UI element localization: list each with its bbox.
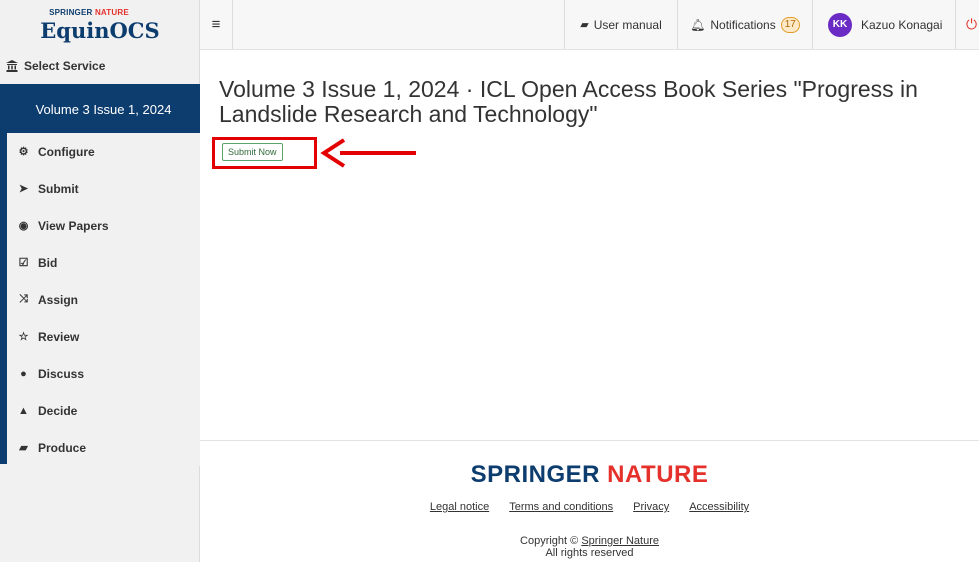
notifications-label: Notifications (710, 17, 776, 32)
eye-icon: ◉ (18, 220, 29, 232)
logo-title: EquinOCS (40, 18, 160, 43)
terms-link[interactable]: Terms and conditions (509, 501, 613, 513)
sidebar-item-label: Produce (38, 440, 87, 455)
copyright-prefix: Copyright © (520, 535, 579, 547)
sidebar-item-produce[interactable]: ▰ Produce (7, 429, 200, 466)
notifications-button[interactable]: 🔔︎ Notifications 17 (677, 0, 812, 49)
sidebar-item-label: View Papers (38, 218, 109, 233)
sidebar-item-submit[interactable]: ➤ Submit (7, 170, 200, 207)
paper-plane-icon: ➤ (18, 183, 29, 195)
bell-icon: 🔔︎ (690, 17, 706, 32)
sidebar-item-configure[interactable]: ⚙ Configure (7, 133, 200, 170)
sidebar-item-volume[interactable]: Volume 3 Issue 1, 2024 (7, 84, 200, 134)
equinocs-logo[interactable]: SPRINGER NATURE EquinOCS (0, 8, 200, 43)
sidebar-item-label: Decide (38, 403, 78, 418)
hamburger-menu-icon[interactable]: ≡ (200, 0, 233, 49)
star-icon: ☆ (18, 331, 29, 343)
page-title: Volume 3 Issue 1, 2024 · ICL Open Access… (219, 76, 918, 127)
sidebar-item-label: Review (38, 329, 80, 344)
annotation-highlight-box (212, 137, 317, 169)
sidebar-accent-bar (0, 84, 7, 464)
springer-nature-logo: SPRINGER NATURE (470, 461, 709, 488)
sidebar-item-assign[interactable]: ⤨ Assign (7, 281, 200, 318)
sidebar-item-label: Bid (38, 255, 58, 270)
bank-icon (6, 60, 18, 72)
select-service-link[interactable]: Select Service (6, 59, 105, 73)
sidebar-item-view-papers[interactable]: ◉ View Papers (7, 207, 200, 244)
sidebar-item-label: Submit (38, 181, 79, 196)
sidebar-item-review[interactable]: ☆ Review (7, 318, 200, 355)
accessibility-link[interactable]: Accessibility (689, 501, 749, 513)
logout-button[interactable]: ⏻ (955, 0, 979, 49)
comments-icon: ● (20, 367, 27, 380)
springer-nature-link[interactable]: Springer Nature (581, 535, 659, 547)
footer-links: Legal notice Terms and conditions Privac… (200, 501, 979, 513)
user-menu[interactable]: KK Kazuo Konagai (812, 0, 955, 49)
avatar: KK (828, 12, 852, 37)
user-manual-button[interactable]: ▰ User manual (564, 0, 677, 49)
gears-icon: ⚙ (18, 146, 29, 158)
privacy-link[interactable]: Privacy (633, 501, 669, 513)
user-manual-label: User manual (593, 17, 662, 32)
copyright: Copyright © Springer Nature All rights r… (200, 535, 979, 559)
annotation-arrow-icon (320, 138, 416, 168)
rights-text: All rights reserved (545, 547, 634, 560)
sidebar-item-label: Configure (38, 144, 95, 159)
legal-notice-link[interactable]: Legal notice (430, 501, 489, 513)
book-icon: ▰ (19, 442, 28, 454)
notifications-count-badge: 17 (780, 16, 800, 33)
shuffle-icon: ⤨ (19, 293, 28, 305)
checkbox-icon: ☑ (18, 257, 29, 269)
springer-nature-wordmark: SPRINGER NATURE (49, 8, 129, 17)
sidebar-item-bid[interactable]: ☑ Bid (7, 244, 200, 281)
sidebar-item-discuss[interactable]: ● Discuss (7, 355, 200, 392)
sidebar-item-decide[interactable]: ▲ Decide (7, 392, 200, 429)
user-name: Kazuo Konagai (861, 17, 943, 32)
footer: SPRINGER NATURE Legal notice Terms and c… (200, 440, 979, 563)
power-icon: ⏻ (966, 16, 978, 32)
thumbs-up-icon: ▲ (18, 404, 29, 417)
sidebar-item-label: Assign (38, 292, 79, 307)
top-bar: ≡ ▰ User manual 🔔︎ Notifications 17 KK K… (200, 0, 979, 50)
sidebar-menu: ⚙ Configure ➤ Submit ◉ View Papers ☑ Bid ⤨ As… (7, 133, 200, 466)
sidebar: SPRINGER NATURE EquinOCS Select Service … (0, 0, 200, 562)
sidebar-item-label: Discuss (38, 366, 85, 381)
book-icon: ▰ (580, 19, 589, 31)
select-service-label: Select Service (24, 59, 106, 73)
